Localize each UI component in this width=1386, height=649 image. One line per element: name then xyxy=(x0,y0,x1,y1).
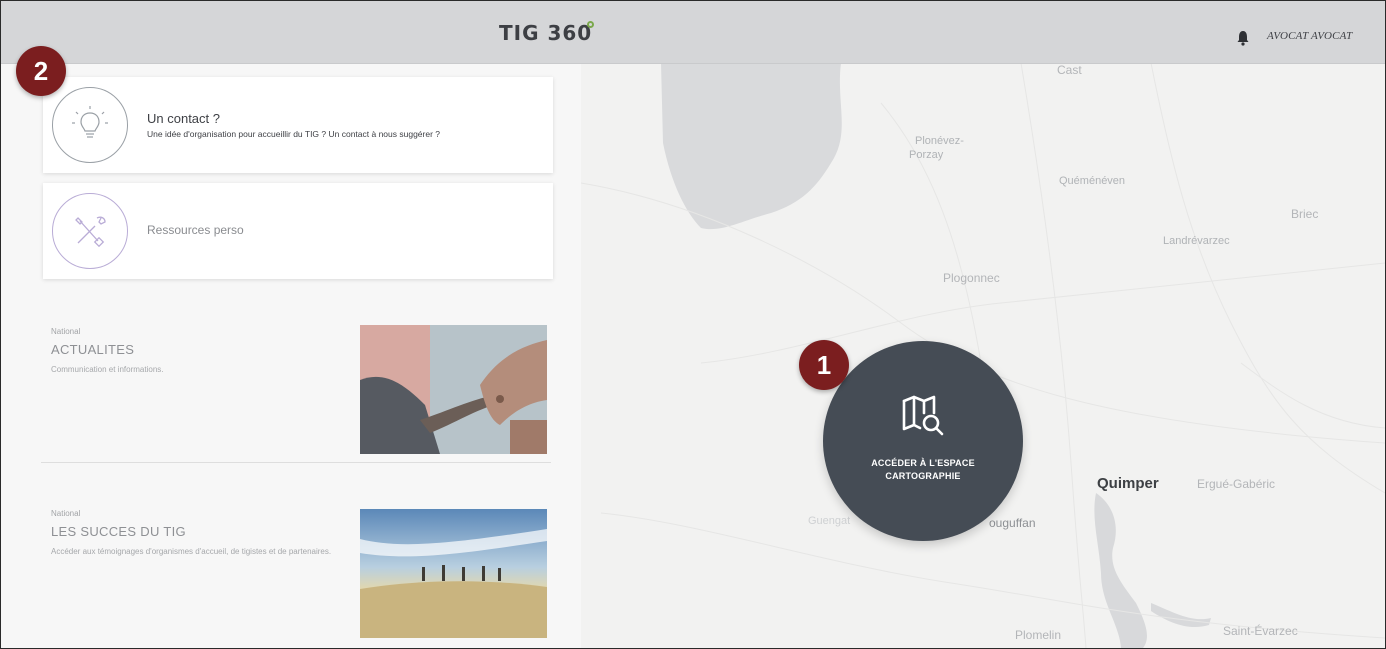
news-title: LES SUCCES DU TIG xyxy=(51,524,186,539)
map-label: Plomelin xyxy=(1015,628,1062,642)
map-label: ouguffan xyxy=(989,516,1036,530)
news-description: Communication et informations. xyxy=(51,365,164,374)
card-subtitle: Une idée d'organisation pour accueillir … xyxy=(147,129,441,139)
callout-badge-2: 2 xyxy=(16,46,66,96)
news-title: ACTUALITES xyxy=(51,342,135,357)
news-category: National xyxy=(51,509,81,518)
map-access-button[interactable]: ACCÉDER À L'ESPACE CARTOGRAPHIE xyxy=(823,341,1023,541)
map-label: Briec xyxy=(1291,207,1319,221)
brand-logo[interactable]: TIG 360 xyxy=(499,21,592,45)
map-label: Plogonnec xyxy=(943,271,1000,285)
news-image[interactable] xyxy=(360,325,547,454)
map-label: Quimper xyxy=(1097,475,1159,492)
divider xyxy=(41,462,551,463)
map-access-label-line1: ACCÉDER À L'ESPACE xyxy=(871,458,975,468)
left-panel: Un contact ? Une idée d'organisation pou… xyxy=(1,63,581,648)
news-item-succes[interactable]: National LES SUCCES DU TIG Accéder aux t… xyxy=(41,503,551,648)
user-menu[interactable]: AVOCAT AVOCAT xyxy=(1267,30,1353,42)
lightbulb-icon xyxy=(52,87,128,163)
app-frame: Cast Plonévez- Porzay Quéménéven Briec L… xyxy=(0,0,1386,649)
map-search-icon xyxy=(902,395,944,436)
map-label: Ergué-Gabéric xyxy=(1197,477,1276,491)
map-label: Cast xyxy=(1057,63,1082,77)
map-label: Plonévez- xyxy=(915,135,964,147)
card-title: Ressources perso xyxy=(147,223,244,237)
card-title: Un contact ? xyxy=(147,111,220,126)
tools-icon xyxy=(52,193,128,269)
top-bar: TIG 360 AVOCAT AVOCAT xyxy=(1,1,1385,64)
map-label: Saint-Évarzec xyxy=(1223,624,1298,638)
contact-card[interactable]: Un contact ? Une idée d'organisation pou… xyxy=(43,77,553,173)
news-image[interactable] xyxy=(360,509,547,638)
brand-logo-mark xyxy=(587,21,594,28)
resources-card[interactable]: Ressources perso xyxy=(43,183,553,279)
map-label: Guengat xyxy=(808,515,851,527)
news-description: Accéder aux témoignages d'organismes d'a… xyxy=(51,547,332,556)
news-item-actualites[interactable]: National ACTUALITES Communication et inf… xyxy=(41,323,551,463)
map-label: Porzay xyxy=(909,149,944,161)
news-category: National xyxy=(51,327,81,336)
map-label: Landrévarzec xyxy=(1163,235,1230,247)
map-access-label: ACCÉDER À L'ESPACE CARTOGRAPHIE xyxy=(823,457,1023,483)
bell-icon[interactable] xyxy=(1236,29,1250,47)
map-label: Quéménéven xyxy=(1059,175,1126,187)
callout-badge-1: 1 xyxy=(799,340,849,390)
map-access-label-line2: CARTOGRAPHIE xyxy=(885,471,961,481)
